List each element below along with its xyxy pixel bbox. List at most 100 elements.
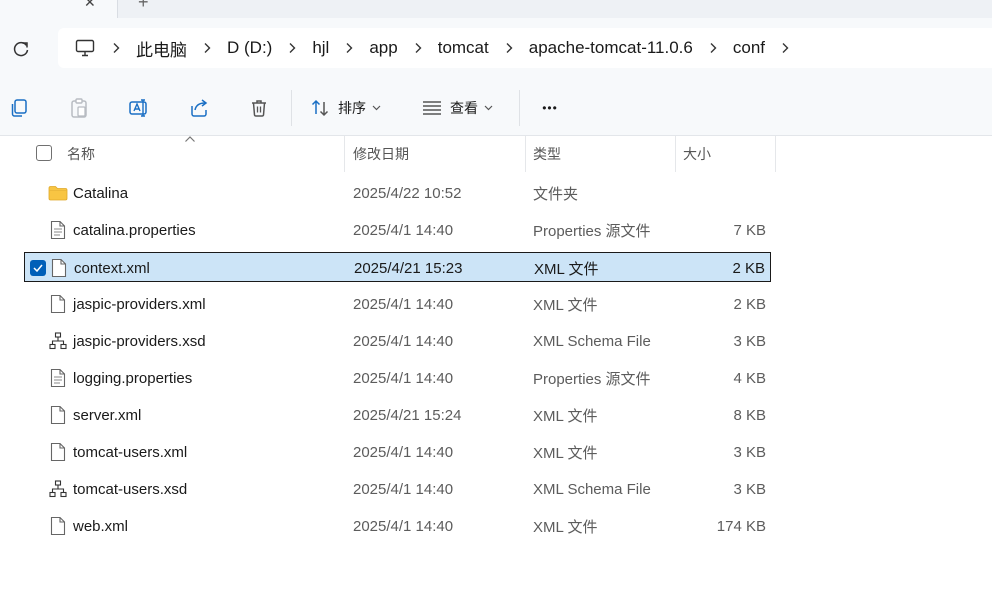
chevron-right-icon[interactable] — [284, 40, 300, 56]
file-name: jaspic-providers.xml — [73, 295, 206, 313]
file-size: 3 KB — [733, 480, 766, 498]
rename-icon — [129, 99, 147, 117]
share-icon — [191, 99, 208, 117]
breadcrumb-item[interactable]: tomcat — [428, 38, 499, 58]
copy-icon — [11, 99, 27, 117]
file-name: web.xml — [73, 517, 129, 535]
breadcrumb[interactable]: 此电脑 D (D:) hjl app tomcat apache-tomcat-… — [58, 28, 992, 68]
trash-icon — [252, 100, 266, 117]
file-type: Properties 源文件 — [533, 370, 651, 388]
chevron-right-icon[interactable] — [705, 40, 721, 56]
column-header: 名称 修改日期 类型 大小 — [0, 136, 992, 172]
text-file-icon — [48, 220, 68, 240]
refresh-button[interactable] — [8, 36, 34, 62]
file-modified: 2025/4/22 10:52 — [353, 184, 462, 202]
file-type: XML 文件 — [533, 296, 598, 314]
file-name: logging.properties — [73, 369, 193, 387]
delete-button[interactable] — [246, 93, 272, 123]
file-icon — [48, 405, 68, 425]
tab-strip: ✕ + — [0, 0, 992, 18]
row-checkbox[interactable] — [30, 260, 46, 276]
file-modified: 2025/4/1 14:40 — [353, 332, 454, 350]
file-name: tomcat-users.xml — [73, 443, 188, 461]
refresh-icon — [13, 41, 29, 57]
file-type: XML 文件 — [533, 518, 598, 536]
file-type: XML Schema File — [533, 480, 651, 498]
share-button[interactable] — [186, 93, 212, 123]
column-divider[interactable] — [525, 136, 526, 172]
paste-icon — [71, 98, 87, 118]
chevron-right-icon[interactable] — [341, 40, 357, 56]
breadcrumb-item[interactable]: conf — [723, 38, 775, 58]
file-name: jaspic-providers.xsd — [73, 332, 206, 350]
chevron-right-icon[interactable] — [501, 40, 517, 56]
chevron-right-icon[interactable] — [108, 40, 124, 56]
file-modified: 2025/4/1 14:40 — [353, 480, 454, 498]
file-row[interactable]: jaspic-providers.xml 2025/4/1 14:40 XML 文件… — [24, 289, 771, 319]
file-icon — [48, 294, 68, 314]
chevron-right-icon[interactable] — [777, 40, 793, 56]
chevron-right-icon[interactable] — [199, 40, 215, 56]
select-all-checkbox[interactable] — [36, 145, 52, 161]
view-label: 查看 — [450, 100, 478, 116]
file-size: 3 KB — [733, 443, 766, 461]
breadcrumb-item[interactable]: apache-tomcat-11.0.6 — [519, 38, 703, 58]
file-row[interactable]: web.xml 2025/4/1 14:40 XML 文件 174 KB — [24, 511, 771, 541]
sort-label: 排序 — [338, 100, 366, 116]
file-size: 4 KB — [733, 369, 766, 387]
breadcrumb-item[interactable]: hjl — [302, 38, 339, 58]
schema-icon — [48, 479, 68, 499]
tab-current[interactable]: ✕ — [0, 0, 118, 18]
schema-icon — [48, 331, 68, 351]
column-modified[interactable]: 修改日期 — [353, 136, 523, 172]
chevron-down-icon — [372, 105, 381, 111]
new-tab-button[interactable]: + — [138, 0, 149, 13]
file-modified: 2025/4/21 15:24 — [353, 406, 462, 424]
column-divider[interactable] — [675, 136, 676, 172]
file-size: 8 KB — [733, 406, 766, 424]
file-row[interactable]: tomcat-users.xsd 2025/4/1 14:40 XML Schema… — [24, 474, 771, 504]
column-divider[interactable] — [344, 136, 345, 172]
breadcrumb-item[interactable]: D (D:) — [217, 38, 282, 58]
chevron-right-icon[interactable] — [410, 40, 426, 56]
copy-button[interactable] — [6, 93, 32, 123]
file-name: catalina.properties — [73, 221, 196, 239]
file-row[interactable]: context.xml 2025/4/21 15:23 XML 文件 2 KB — [24, 252, 771, 282]
paste-button[interactable] — [66, 93, 92, 123]
file-type: XML 文件 — [534, 260, 599, 278]
file-modified: 2025/4/1 14:40 — [353, 221, 454, 239]
file-row[interactable]: logging.properties 2025/4/1 14:40 Properti… — [24, 363, 771, 393]
file-modified: 2025/4/1 14:40 — [353, 295, 454, 313]
file-row[interactable]: jaspic-providers.xsd 2025/4/1 14:40 XML Sc… — [24, 326, 771, 356]
view-list-icon — [423, 101, 441, 115]
file-name: Catalina — [73, 184, 129, 202]
text-file-icon — [48, 368, 68, 388]
file-row[interactable]: server.xml 2025/4/21 15:24 XML 文件 8 KB — [24, 400, 771, 430]
file-type: 文件夹 — [533, 185, 579, 203]
column-type[interactable]: 类型 — [533, 136, 673, 172]
file-size: 2 KB — [733, 295, 766, 313]
file-size: 7 KB — [733, 221, 766, 239]
view-button[interactable]: 查看 — [422, 93, 502, 123]
rename-button[interactable] — [126, 93, 152, 123]
file-name: server.xml — [73, 406, 142, 424]
file-size: 174 KB — [716, 517, 766, 535]
sort-button[interactable]: 排序 — [310, 93, 390, 123]
chevron-down-icon — [484, 105, 493, 111]
more-options-button[interactable]: ••• — [536, 93, 564, 123]
file-size: 3 KB — [733, 332, 766, 350]
file-row[interactable]: tomcat-users.xml 2025/4/1 14:40 XML 文件 3 KB — [24, 437, 771, 467]
column-name[interactable]: 名称 — [67, 136, 343, 172]
checkmark-icon — [33, 264, 43, 272]
column-size[interactable]: 大小 — [683, 136, 773, 172]
computer-icon[interactable] — [74, 37, 96, 59]
breadcrumb-item[interactable]: app — [359, 38, 407, 58]
toolbar-divider — [291, 90, 292, 126]
close-icon[interactable]: ✕ — [84, 0, 96, 11]
breadcrumb-item[interactable]: 此电脑 — [126, 36, 197, 61]
address-bar-row: 此电脑 D (D:) hjl app tomcat apache-tomcat-… — [0, 18, 992, 78]
file-row[interactable]: catalina.properties 2025/4/1 14:40 Propert… — [24, 215, 771, 245]
file-row[interactable]: Catalina 2025/4/22 10:52 文件夹 — [24, 178, 771, 208]
file-size: 2 KB — [732, 259, 765, 277]
column-divider[interactable] — [775, 136, 776, 172]
